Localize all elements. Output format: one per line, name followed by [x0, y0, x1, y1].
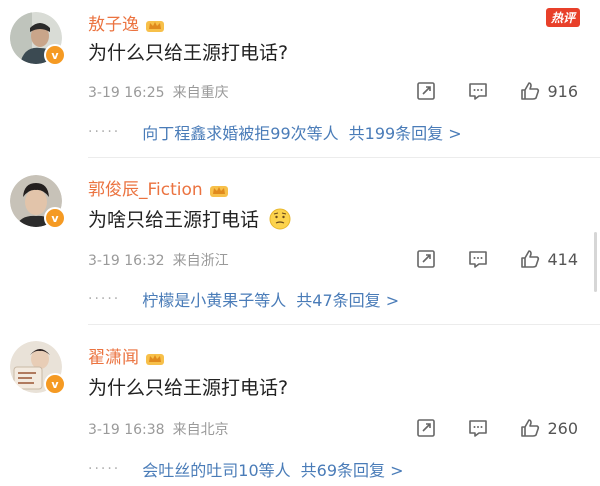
reply-total[interactable]: 共69条回复 > — [301, 457, 404, 481]
comment-actions: 260 — [415, 417, 578, 439]
comment-location: 来自重庆 — [172, 85, 229, 101]
crown-icon — [146, 21, 164, 32]
crown-icon — [209, 186, 228, 197]
comment-text-body: 为啥只给王源打电话 — [88, 209, 260, 231]
divider — [88, 157, 600, 158]
like-button[interactable]: 916 — [519, 80, 578, 102]
dots-icon: ····· — [88, 461, 121, 477]
comment-date: 3-19 16:25 — [88, 85, 165, 101]
comment-actions: 916 — [415, 80, 578, 102]
username-text[interactable]: 敖子逸 — [88, 15, 139, 35]
comment-item: v 郭俊辰_Fiction 为啥只给王源打电话 3-19 16:32 来自浙江 4… — [0, 163, 600, 325]
comment-icon[interactable] — [467, 80, 489, 102]
comment-date: 3-19 16:32 — [88, 253, 165, 269]
verified-v-badge-icon: v — [44, 207, 66, 229]
thumb-up-icon — [521, 419, 540, 437]
reply-total[interactable]: 共199条回复 > — [349, 120, 462, 144]
divider — [88, 324, 600, 325]
username[interactable]: 郭俊辰_Fiction — [88, 175, 229, 200]
username-text[interactable]: 翟潇闻 — [88, 348, 139, 368]
share-icon[interactable] — [415, 417, 437, 439]
reply-preview[interactable]: 向丁程鑫求婚被拒99次等人 — [142, 120, 338, 144]
replies-link[interactable]: ····· 向丁程鑫求婚被拒99次等人 共199条回复 > — [88, 120, 462, 144]
comment-meta: 3-19 16:38 来自北京 — [88, 419, 229, 439]
like-count: 260 — [547, 418, 578, 438]
comment-icon[interactable] — [467, 417, 489, 439]
replies-link[interactable]: ····· 会吐丝的吐司10等人 共69条回复 > — [88, 457, 404, 481]
comment-icon[interactable] — [467, 248, 489, 270]
thumb-up-icon — [521, 250, 540, 268]
comment-item: v 敖子逸 为什么只给王源打电话? 3-19 16:25 来自重庆 916 ···… — [0, 0, 600, 158]
username[interactable]: 翟潇闻 — [88, 343, 165, 368]
comment-text: 为什么只给王源打电话? — [88, 42, 289, 64]
dots-icon: ····· — [88, 291, 121, 307]
like-button[interactable]: 414 — [519, 248, 578, 270]
share-icon[interactable] — [415, 248, 437, 270]
crown-icon — [146, 354, 164, 365]
verified-v-badge-icon: v — [44, 373, 66, 395]
comment-text: 为啥只给王源打电话 — [88, 205, 291, 232]
reply-preview[interactable]: 柠檬是小黄果子等人 — [142, 287, 286, 311]
reply-preview[interactable]: 会吐丝的吐司10等人 — [142, 457, 290, 481]
comment-location: 来自北京 — [172, 422, 229, 438]
comment-meta: 3-19 16:25 来自重庆 — [88, 82, 229, 102]
username-text[interactable]: 郭俊辰_Fiction — [88, 180, 203, 200]
replies-link[interactable]: ····· 柠檬是小黄果子等人 共47条回复 > — [88, 287, 399, 311]
comment-meta: 3-19 16:32 来自浙江 — [88, 250, 229, 270]
comment-location: 来自浙江 — [172, 253, 229, 269]
comment-date: 3-19 16:38 — [88, 422, 165, 438]
avatar[interactable]: v — [10, 175, 66, 229]
comment-text: 为什么只给王源打电话? — [88, 377, 289, 399]
share-icon[interactable] — [415, 80, 437, 102]
thumb-up-icon — [521, 82, 540, 100]
like-count: 414 — [547, 249, 578, 269]
comment-item: v 翟潇闻 为什么只给王源打电话? 3-19 16:38 来自北京 260 ···… — [0, 331, 600, 486]
reply-total[interactable]: 共47条回复 > — [296, 287, 399, 311]
comment-actions: 414 — [415, 248, 578, 270]
dots-icon: ····· — [88, 124, 121, 140]
thinking-face-icon — [269, 208, 291, 230]
verified-v-badge-icon: v — [44, 44, 66, 66]
like-count: 916 — [547, 81, 578, 101]
username[interactable]: 敖子逸 — [88, 10, 165, 35]
avatar[interactable]: v — [10, 12, 66, 66]
like-button[interactable]: 260 — [519, 417, 578, 439]
avatar[interactable]: v — [10, 341, 66, 395]
